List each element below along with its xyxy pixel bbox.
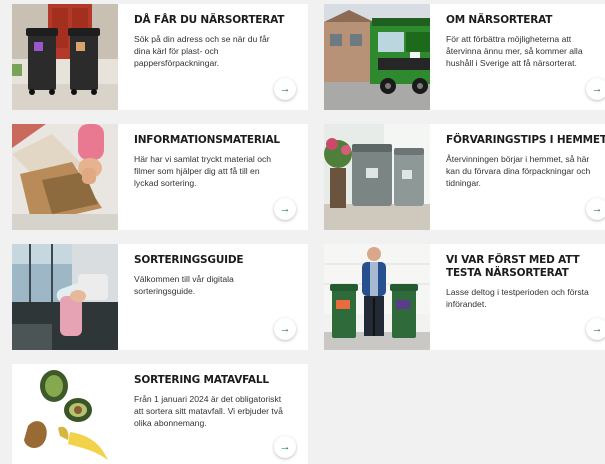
arrow-right-icon[interactable]: → <box>586 198 605 220</box>
truck-image <box>324 4 430 110</box>
arrow-right-icon[interactable]: → <box>586 318 605 340</box>
lasse-image <box>324 244 430 350</box>
card-forvaringstips[interactable]: FÖRVARINGSTIPS I HEMMET Återvinningen bö… <box>324 124 605 230</box>
card-description: Här har vi samlat tryckt material och fi… <box>134 154 272 188</box>
card-description: Sök på din adress och se när du får dina… <box>134 34 270 68</box>
bins-image <box>12 4 118 110</box>
card-title: OM NÄRSORTERAT <box>446 14 553 26</box>
card-description: Återvinningen börjar i hemmet, så här ka… <box>446 154 591 188</box>
card-title: VI VAR FÖRST MED ATT TESTA NÄRSORTERAT <box>446 254 580 279</box>
card-title: SORTERING MATAVFALL <box>134 374 269 386</box>
paper-bag-image <box>12 124 118 230</box>
arrow-right-icon[interactable]: → <box>274 318 296 340</box>
food-waste-image <box>12 364 118 464</box>
arrow-right-icon[interactable]: → <box>586 78 605 100</box>
card-description: Välkommen till vår digitala sorteringsgu… <box>134 274 234 296</box>
arrow-right-icon[interactable]: → <box>274 78 296 100</box>
card-title: INFORMATIONSMATERIAL <box>134 134 280 146</box>
card-description: Från 1 januari 2024 är det obligatoriskt… <box>134 394 283 428</box>
card-description: Lasse deltog i testperioden och första i… <box>446 287 589 309</box>
card-description: För att förbättra möjligheterna att åter… <box>446 34 583 68</box>
card-informationsmaterial[interactable]: INFORMATIONSMATERIAL Här har vi samlat t… <box>12 124 308 230</box>
arrow-right-icon[interactable]: → <box>274 198 296 220</box>
card-forst-med-att-testa[interactable]: VI VAR FÖRST MED ATT TESTA NÄRSORTERAT L… <box>324 244 605 350</box>
card-sortering-matavfall[interactable]: SORTERING MATAVFALL Från 1 januari 2024 … <box>12 364 308 464</box>
card-sorteringsguide[interactable]: SORTERINGSGUIDE Välkommen till vår digit… <box>12 244 308 350</box>
card-title: FÖRVARINGSTIPS I HEMMET <box>446 134 605 146</box>
card-title: SORTERINGSGUIDE <box>134 254 244 266</box>
card-om-narsorterat[interactable]: OM NÄRSORTERAT För att förbättra möjligh… <box>324 4 605 110</box>
home-bins-image <box>324 124 430 230</box>
card-title: DÅ FÅR DU NÄRSORTERAT <box>134 14 285 26</box>
card-narsorterat-date[interactable]: DÅ FÅR DU NÄRSORTERAT Sök på din adress … <box>12 4 308 110</box>
arrow-right-icon[interactable]: → <box>274 436 296 458</box>
sorting-guide-image <box>12 244 118 350</box>
